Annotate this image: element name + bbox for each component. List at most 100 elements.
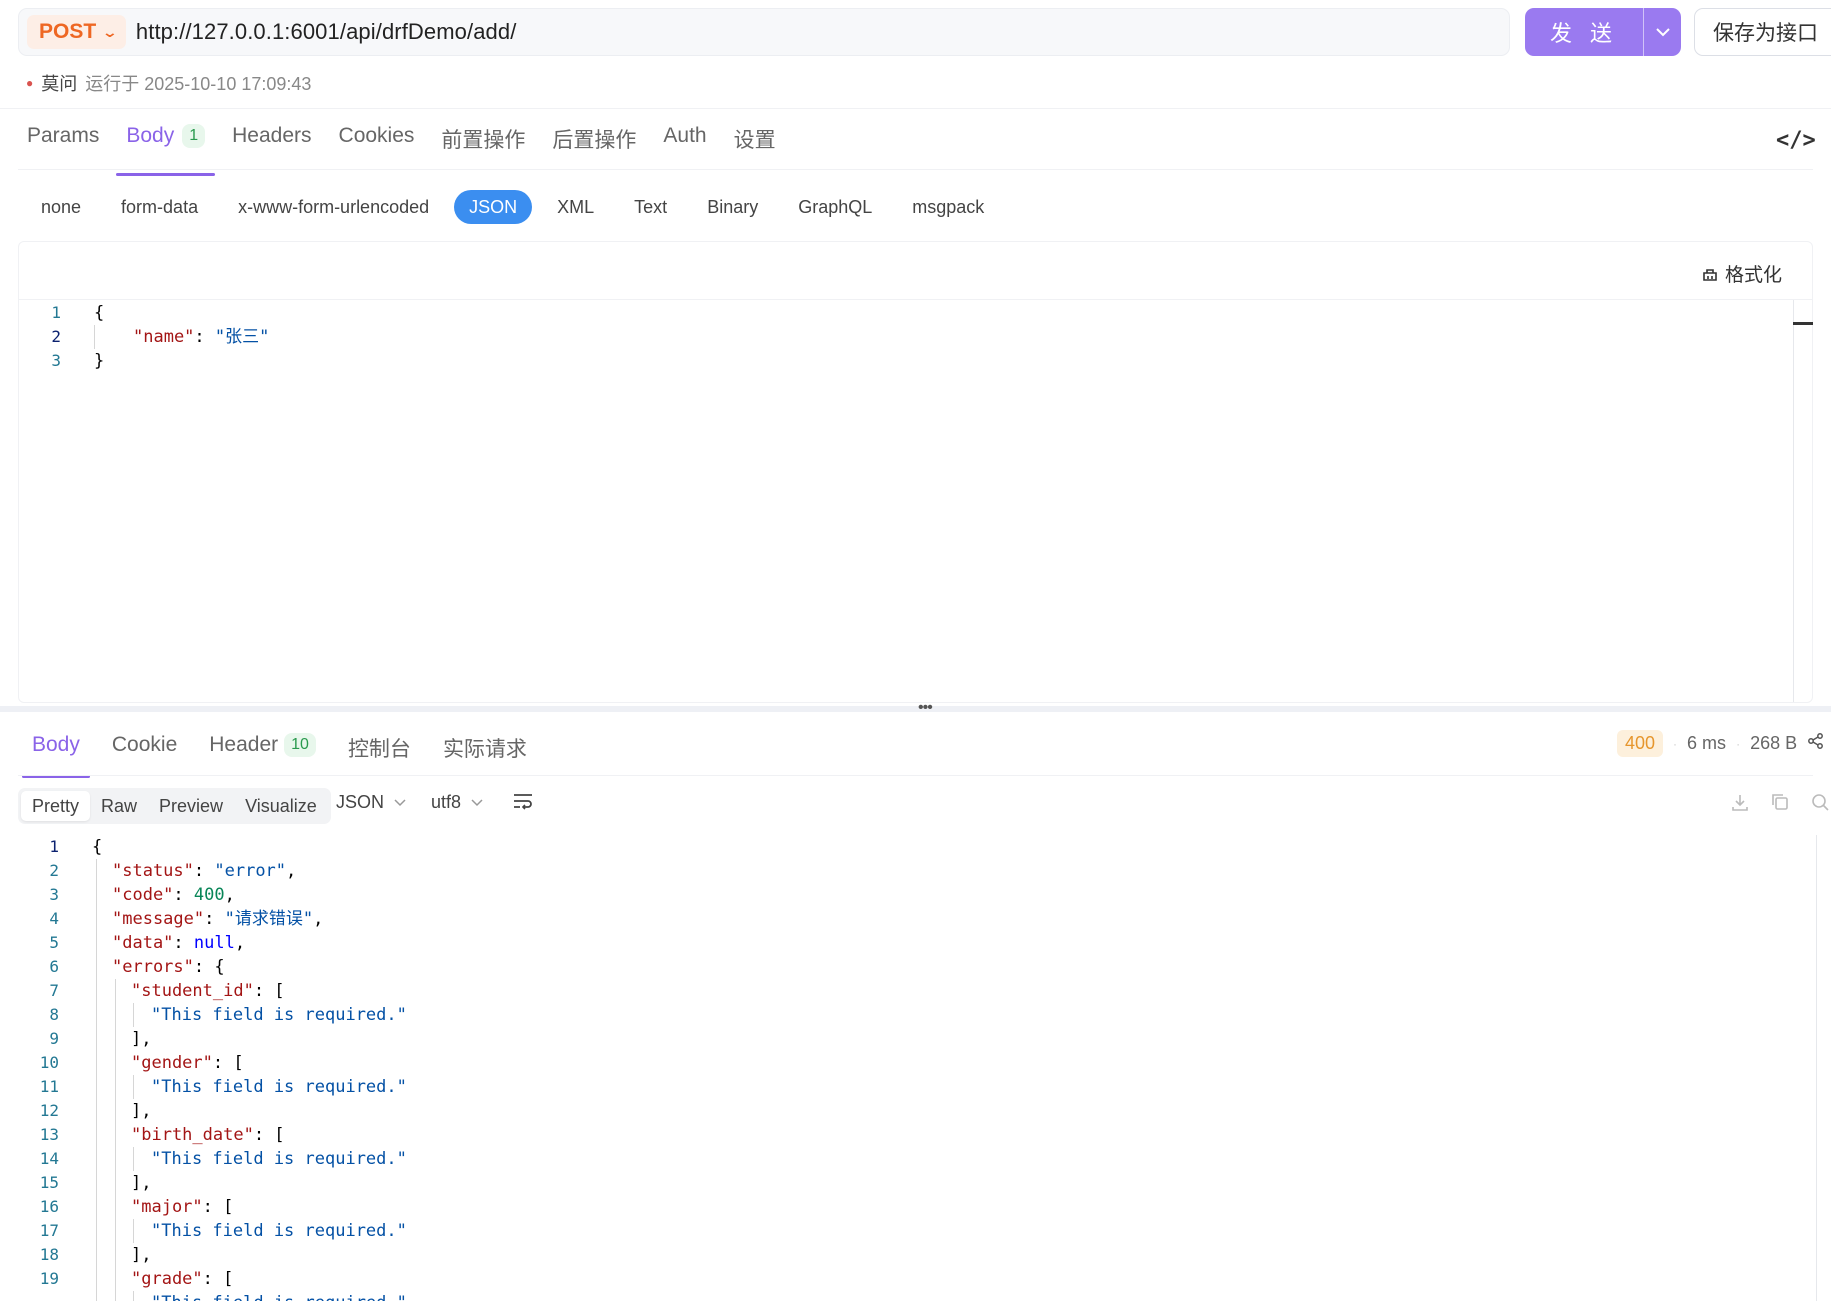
- code-line: "data": null,: [112, 933, 246, 953]
- word-wrap-icon[interactable]: [512, 790, 534, 816]
- panel-splitter[interactable]: •••: [0, 699, 1831, 716]
- body-type-form-data[interactable]: form-data: [106, 190, 213, 224]
- view-mode-pretty[interactable]: Pretty: [21, 791, 91, 821]
- tab-headers[interactable]: Headers: [232, 124, 311, 170]
- tab-label: Body: [126, 124, 175, 147]
- tab-cookies[interactable]: Cookies: [339, 124, 415, 170]
- scrollbar-thumb[interactable]: [1793, 322, 1813, 325]
- tab-params[interactable]: Params: [27, 124, 99, 170]
- divider: [19, 299, 1812, 300]
- code-line: ],: [131, 1029, 152, 1049]
- scrollbar[interactable]: [1793, 300, 1794, 702]
- body-type-json[interactable]: JSON: [454, 190, 533, 224]
- line-number: 16: [39, 1197, 59, 1216]
- save-as-interface-button[interactable]: 保存为接口: [1694, 8, 1831, 56]
- code-line: "This field is required.": [151, 1077, 407, 1097]
- tab-auth[interactable]: Auth: [663, 124, 706, 170]
- method-label: POST: [39, 20, 97, 43]
- view-mode-selector: Pretty Raw Preview Visualize: [18, 788, 331, 824]
- method-select[interactable]: POST ⌄: [27, 15, 126, 49]
- code-line: "code": 400,: [112, 885, 235, 905]
- broom-icon: [1703, 268, 1717, 281]
- body-type-text[interactable]: Text: [619, 190, 682, 224]
- body-type-xml[interactable]: XML: [542, 190, 609, 224]
- line-number: 4: [49, 909, 59, 928]
- tab-badge: 1: [182, 124, 206, 148]
- response-tools: [1730, 792, 1830, 818]
- indent-guide: [115, 979, 116, 1301]
- tab-label: 设置: [733, 129, 776, 152]
- body-type-binary[interactable]: Binary: [692, 190, 773, 224]
- drag-handle-icon[interactable]: •••: [918, 699, 933, 717]
- tab-response-body[interactable]: Body: [22, 733, 90, 778]
- code-line: "gender": [: [131, 1053, 244, 1073]
- body-type-msgpack[interactable]: msgpack: [897, 190, 999, 224]
- line-number: 1: [51, 303, 61, 322]
- line-number: 12: [39, 1101, 59, 1120]
- code-line: "name": "张三": [133, 327, 270, 347]
- line-number: 11: [39, 1077, 59, 1096]
- format-value: JSON: [336, 792, 385, 812]
- indent-guide: [96, 859, 97, 1301]
- format-select[interactable]: JSON: [336, 792, 406, 813]
- line-number: 3: [49, 885, 59, 904]
- tab-label: 控制台: [347, 738, 411, 761]
- code-line: ],: [131, 1245, 152, 1265]
- line-number: 15: [39, 1173, 59, 1192]
- download-icon[interactable]: [1730, 792, 1750, 818]
- tab-badge: 10: [284, 733, 316, 757]
- view-mode-preview[interactable]: Preview: [148, 791, 234, 821]
- line-number: 6: [49, 957, 59, 976]
- copy-icon[interactable]: [1770, 792, 1790, 818]
- format-button[interactable]: 格式化: [1701, 260, 1782, 287]
- indent-guide: [94, 325, 95, 349]
- indent-guide: [133, 1075, 134, 1099]
- chevron-down-icon: [471, 798, 483, 806]
- divider: [18, 169, 1813, 170]
- tab-label: 前置操作: [441, 129, 526, 152]
- code-line: "status": "error",: [112, 861, 297, 881]
- url-input[interactable]: http://127.0.0.1:6001/api/drfDemo/add/: [136, 19, 517, 45]
- code-line: "This field is required.": [151, 1149, 407, 1169]
- chevron-down-icon: [1655, 28, 1670, 37]
- code-brackets-icon[interactable]: </>: [1776, 128, 1816, 153]
- code-line: {: [94, 303, 105, 323]
- send-button-group: 发 送: [1525, 8, 1681, 56]
- body-type-urlencoded[interactable]: x-www-form-urlencoded: [223, 190, 444, 224]
- tab-pre-operations[interactable]: 前置操作: [441, 124, 525, 170]
- line-number: 18: [39, 1245, 59, 1264]
- tab-post-operations[interactable]: 后置操作: [552, 124, 636, 170]
- tab-settings[interactable]: 设置: [734, 124, 776, 170]
- search-icon[interactable]: [1810, 792, 1830, 818]
- response-meta: 400 · 6 ms · 268 B: [1617, 730, 1825, 757]
- code-line: "grade": [: [131, 1269, 234, 1289]
- code-line: ],: [131, 1101, 152, 1121]
- tab-response-cookie[interactable]: Cookie: [112, 733, 177, 775]
- separator: ·: [1673, 736, 1678, 751]
- run-time: 运行于 2025-10-10 17:09:43: [85, 74, 312, 94]
- send-button[interactable]: 发 送: [1525, 8, 1643, 56]
- code-line: "major": [: [131, 1197, 234, 1217]
- tab-actual-request[interactable]: 实际请求: [443, 733, 527, 775]
- indent-guide: [133, 1291, 134, 1301]
- view-mode-raw[interactable]: Raw: [90, 791, 148, 821]
- request-body-editor[interactable]: 格式化 1 2 3 { "name": "张三" }: [18, 241, 1813, 703]
- tab-response-header[interactable]: Header 10: [209, 733, 316, 775]
- body-type-graphql[interactable]: GraphQL: [783, 190, 887, 224]
- view-mode-visualize[interactable]: Visualize: [234, 791, 328, 821]
- line-number: 5: [49, 933, 59, 952]
- encoding-select[interactable]: utf8: [431, 792, 483, 813]
- scrollbar[interactable]: [1816, 835, 1817, 1301]
- body-type-none[interactable]: none: [26, 190, 96, 224]
- code-line: "This field is required.": [151, 1291, 407, 1301]
- tab-label: 后置操作: [552, 129, 637, 152]
- code-line: "message": "请求错误",: [112, 909, 324, 929]
- response-size: 268 B: [1750, 733, 1798, 753]
- request-tabs: Params Body 1 Headers Cookies 前置操作 后置操作 A…: [27, 124, 776, 176]
- tab-console[interactable]: 控制台: [348, 733, 411, 775]
- tab-body[interactable]: Body 1: [116, 124, 215, 176]
- share-icon[interactable]: [1807, 732, 1825, 755]
- line-number: 14: [39, 1149, 59, 1168]
- line-number: 8: [49, 1005, 59, 1024]
- send-dropdown-button[interactable]: [1643, 8, 1681, 56]
